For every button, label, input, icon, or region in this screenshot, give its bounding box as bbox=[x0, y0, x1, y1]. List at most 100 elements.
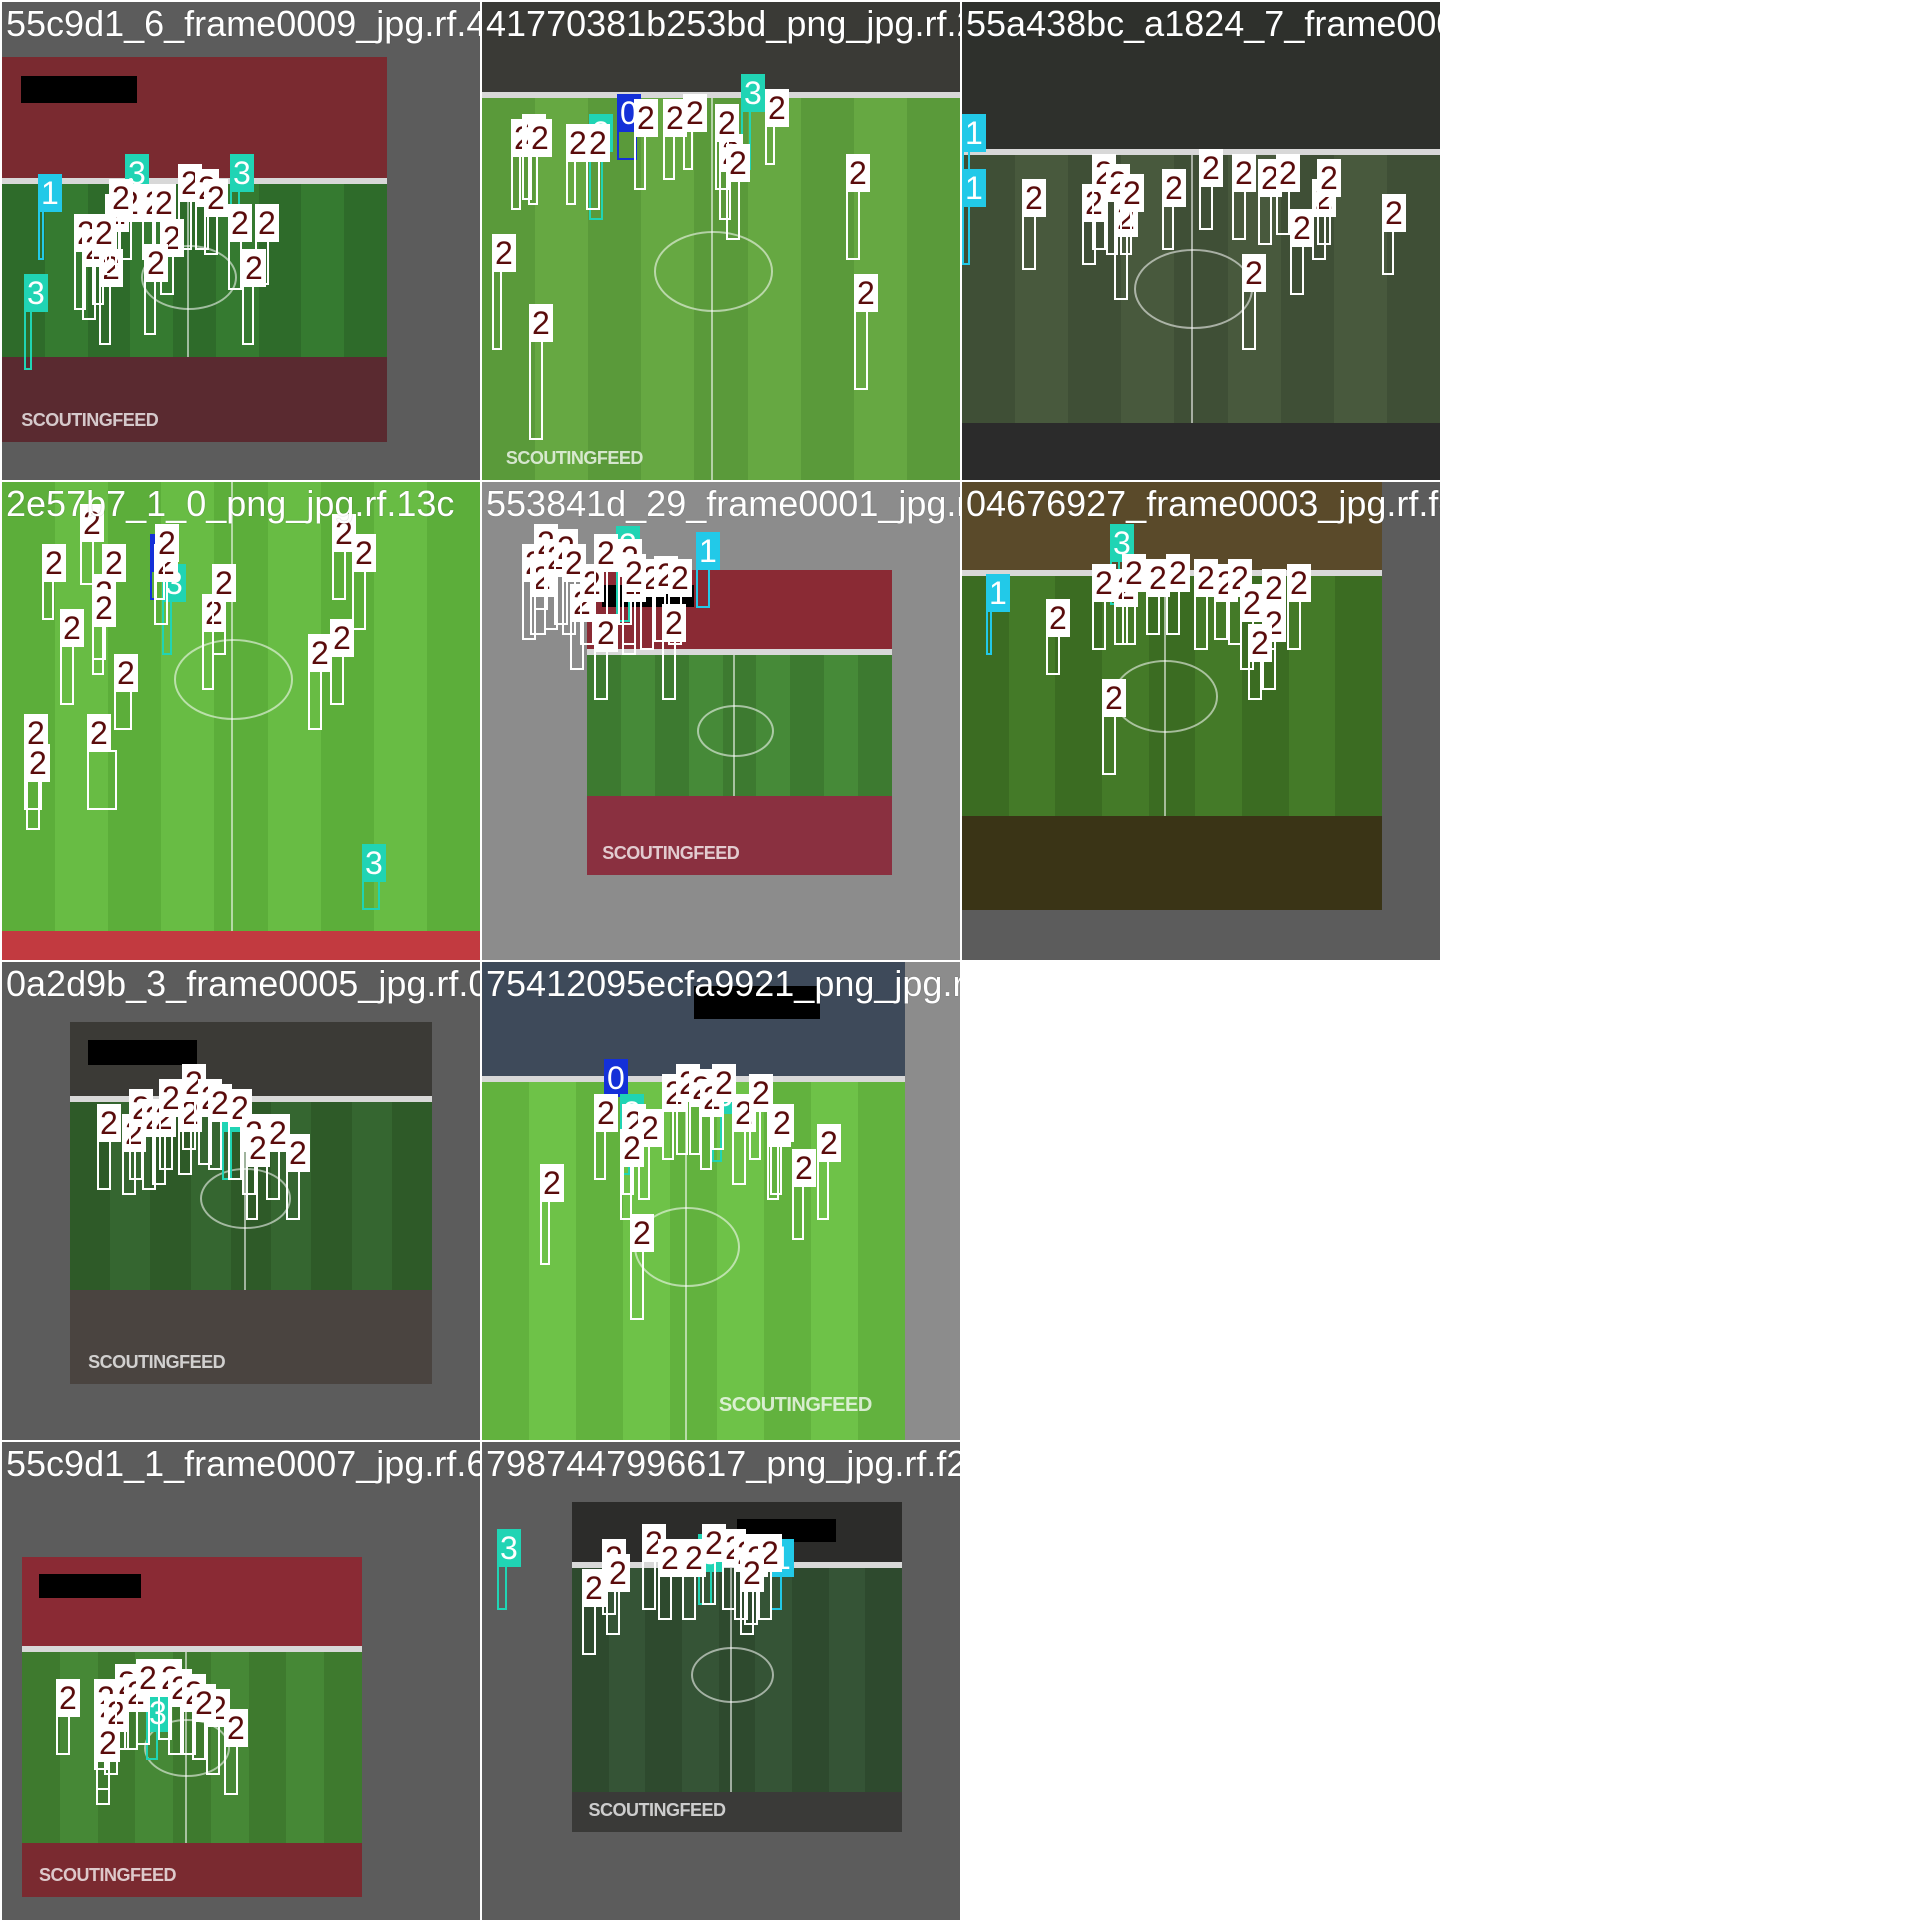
detection-box[interactable]: 2 bbox=[224, 1709, 248, 1795]
detection-box[interactable]: 2 bbox=[129, 1089, 153, 1180]
detection-box[interactable]: 2 bbox=[1248, 624, 1272, 700]
detection-box[interactable]: 2 bbox=[1162, 169, 1186, 250]
detection-box[interactable]: 2 bbox=[1146, 559, 1170, 635]
detection-box[interactable]: 2 bbox=[206, 1689, 230, 1775]
detection-box[interactable]: 2 bbox=[606, 1554, 630, 1635]
detection-box[interactable]: 2 bbox=[26, 744, 50, 830]
detection-box[interactable]: 2 bbox=[1092, 564, 1116, 650]
detection-box[interactable]: 2 bbox=[663, 99, 687, 180]
detection-box[interactable]: 1 bbox=[986, 574, 1010, 655]
detection-box[interactable]: 2 bbox=[1194, 559, 1218, 650]
detection-box[interactable]: 2 bbox=[155, 524, 179, 600]
detection-box[interactable]: 3 bbox=[497, 1529, 521, 1610]
detection-box[interactable]: 2 bbox=[1166, 554, 1190, 635]
detection-box[interactable]: 2 bbox=[92, 589, 116, 675]
detection-box[interactable]: 2 bbox=[580, 564, 604, 645]
detection-box[interactable]: 2 bbox=[682, 1539, 706, 1620]
detection-box[interactable]: 2 bbox=[715, 104, 739, 190]
detection-box[interactable]: 2 bbox=[854, 274, 878, 390]
detection-box[interactable]: 3 bbox=[362, 844, 386, 910]
detection-box[interactable]: 2 bbox=[308, 634, 332, 730]
detection-box[interactable]: 2 bbox=[658, 1539, 682, 1620]
image-tile[interactable]: SCOUTINGFEED13332222222222222222255c9d1_… bbox=[2, 2, 480, 480]
detection-box[interactable]: 2 bbox=[594, 534, 618, 620]
detection-box[interactable]: 2 bbox=[56, 1679, 80, 1755]
detection-box[interactable]: 2 bbox=[620, 1129, 644, 1220]
detection-box[interactable]: 2 bbox=[246, 1129, 270, 1220]
detection-box[interactable]: 2 bbox=[528, 119, 552, 205]
detection-box[interactable]: 2 bbox=[712, 1064, 736, 1150]
detection-box[interactable]: 1 bbox=[696, 532, 720, 608]
detection-box[interactable]: 2 bbox=[683, 94, 707, 170]
detection-box[interactable]: 2 bbox=[87, 714, 117, 810]
detection-box[interactable]: 2 bbox=[749, 1074, 773, 1160]
detection-box[interactable]: 2 bbox=[700, 1079, 724, 1170]
detection-box[interactable]: 2 bbox=[1122, 554, 1146, 645]
detection-box[interactable]: 2 bbox=[92, 214, 116, 305]
detection-box[interactable]: 2 bbox=[732, 1094, 756, 1185]
detection-box[interactable]: 2 bbox=[1382, 194, 1406, 275]
detection-box[interactable]: 2 bbox=[1317, 159, 1341, 245]
image-tile[interactable]: SCOUTINGFEED033222222222222222241770381b… bbox=[482, 2, 960, 480]
detection-box[interactable]: 2 bbox=[770, 1104, 794, 1195]
image-tile[interactable]: 1322222222222222204676927_frame0003_jpg.… bbox=[962, 482, 1440, 960]
detection-box[interactable]: 2 bbox=[586, 124, 610, 210]
image-tile[interactable]: SCOUTINGFEED32222222222222220a2d9b_3_fra… bbox=[2, 962, 480, 1440]
detection-box[interactable]: 2 bbox=[582, 1569, 606, 1655]
detection-box[interactable]: 2 bbox=[60, 609, 84, 705]
detection-box[interactable]: 2 bbox=[540, 1164, 564, 1265]
detection-box[interactable]: 2 bbox=[208, 1084, 232, 1170]
detection-box[interactable]: 2 bbox=[594, 614, 618, 700]
image-tile[interactable]: SCOUTINGFEED0332222222222222222275412095… bbox=[482, 962, 960, 1440]
detection-box[interactable]: 2 bbox=[765, 89, 789, 165]
image-tile[interactable]: SCOUTINGFEED1332222222222227987447996617… bbox=[482, 1442, 960, 1920]
detection-box[interactable]: 2 bbox=[1290, 209, 1314, 295]
detection-box[interactable]: 2 bbox=[228, 204, 252, 290]
image-tile[interactable]: SCOUTINGFEED32222222222222255c9d1_1_fram… bbox=[2, 1442, 480, 1920]
detection-box[interactable]: 2 bbox=[286, 1134, 310, 1220]
detection-box[interactable]: 2 bbox=[1242, 254, 1266, 350]
detection-box[interactable]: 2 bbox=[192, 1684, 216, 1760]
detection-box[interactable]: 2 bbox=[634, 99, 658, 190]
detection-box[interactable]: 2 bbox=[676, 1064, 700, 1155]
detection-box[interactable]: 3 bbox=[24, 274, 48, 370]
detection-box[interactable]: 2 bbox=[1092, 154, 1116, 250]
detection-box[interactable]: 2 bbox=[1287, 564, 1311, 650]
detection-box[interactable]: 2 bbox=[182, 1064, 206, 1150]
detection-box[interactable]: 1 bbox=[962, 169, 986, 265]
image-tile[interactable]: SCOUTINGFEED1322222222222222222553841d_2… bbox=[482, 482, 960, 960]
detection-box[interactable]: 2 bbox=[204, 179, 228, 255]
detection-box[interactable]: 2 bbox=[144, 244, 168, 335]
detection-box[interactable]: 2 bbox=[332, 514, 356, 600]
image-tile[interactable]: 1 1 2 2 2 2 2 2 2 2 2 2 2 2 2 2 2 2 55a438bc_a1824_7_frame… bbox=[962, 2, 1440, 480]
detection-box[interactable]: 2 bbox=[630, 1214, 654, 1320]
detection-box[interactable]: 2 bbox=[662, 1074, 686, 1160]
detection-box[interactable]: 2 bbox=[817, 1124, 841, 1220]
detection-box[interactable]: 2 bbox=[178, 164, 202, 250]
detection-box[interactable]: 2 bbox=[1046, 599, 1070, 675]
detection-box[interactable]: 2 bbox=[511, 119, 535, 210]
detection-box[interactable]: 2 bbox=[1102, 679, 1126, 775]
detection-box[interactable]: 2 bbox=[594, 1094, 618, 1180]
detection-box[interactable]: 2 bbox=[1022, 179, 1046, 270]
detection-box[interactable]: 2 bbox=[740, 1554, 764, 1635]
detection-box[interactable]: 2 bbox=[96, 1724, 120, 1805]
detection-box[interactable]: 2 bbox=[114, 654, 138, 730]
detection-box[interactable]: 2 bbox=[159, 1079, 183, 1170]
detection-box[interactable]: 2 bbox=[1232, 154, 1256, 240]
detection-box[interactable]: 2 bbox=[846, 154, 870, 260]
detection-box[interactable]: 2 bbox=[1120, 174, 1144, 255]
detection-box[interactable]: 2 bbox=[352, 534, 376, 630]
detection-box[interactable]: 1 bbox=[38, 174, 62, 260]
image-tile[interactable]: 0332222222222222222222e57b7_1_0_png_jpg.… bbox=[2, 482, 480, 960]
detection-box[interactable]: 2 bbox=[529, 304, 553, 440]
detection-box[interactable]: 2 bbox=[97, 1104, 121, 1190]
detection-box[interactable]: 2 bbox=[566, 124, 590, 205]
detection-box[interactable]: 2 bbox=[228, 1089, 252, 1180]
detection-box[interactable]: 2 bbox=[1214, 564, 1238, 640]
detection-box[interactable]: 2 bbox=[330, 619, 354, 705]
detection-box[interactable]: 2 bbox=[136, 1659, 160, 1745]
detection-box[interactable]: 2 bbox=[792, 1149, 816, 1240]
detection-box[interactable]: 2 bbox=[662, 604, 686, 700]
detection-box[interactable]: 2 bbox=[212, 564, 236, 655]
